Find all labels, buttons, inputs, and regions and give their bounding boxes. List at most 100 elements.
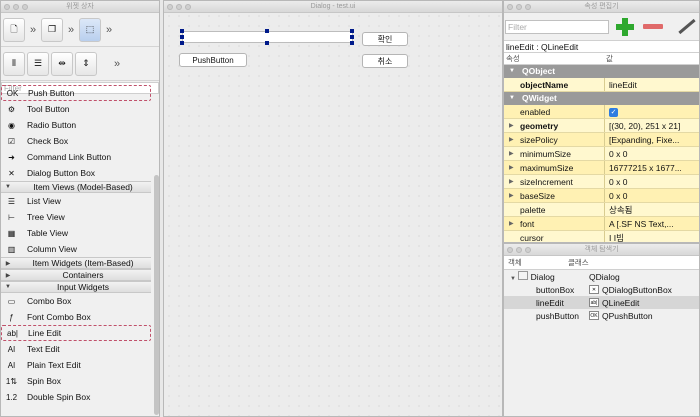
new-file-button[interactable]: 🗋 xyxy=(3,17,25,42)
collapsed-arrow-icon[interactable]: ▶ xyxy=(509,119,514,132)
property-value[interactable]: I I빔 xyxy=(604,231,699,242)
minimize-light[interactable] xyxy=(516,4,522,10)
property-value[interactable]: 16777215 x 1677... xyxy=(604,161,699,174)
collapsed-arrow-icon[interactable]: ▶ xyxy=(509,147,514,160)
cancel-button[interactable]: 취소 xyxy=(362,54,408,68)
object-tree-row[interactable]: lineEdit ab| QLineEdit xyxy=(504,296,699,309)
collapsed-arrow-icon[interactable]: ▶ xyxy=(509,133,514,146)
close-light[interactable] xyxy=(167,4,173,10)
property-column-header[interactable]: 속성 xyxy=(504,53,604,64)
zoom-light[interactable] xyxy=(525,4,531,10)
minimize-light[interactable] xyxy=(176,4,182,10)
property-class-header[interactable]: ▼ QObject xyxy=(504,65,699,78)
layout-splitter-v-button[interactable]: ⇕ xyxy=(75,51,97,76)
resize-handle[interactable] xyxy=(265,41,269,45)
toolbar-overflow-icon[interactable]: » xyxy=(27,24,39,36)
property-row[interactable]: enabled ✓ xyxy=(504,105,699,119)
resize-handle[interactable] xyxy=(180,35,184,39)
expanded-arrow-icon[interactable]: ▼ xyxy=(509,92,515,105)
scrollbar-thumb[interactable] xyxy=(154,175,159,415)
property-row[interactable]: ▶ minimumSize 0 x 0 xyxy=(504,147,699,161)
widget-list-item[interactable]: ⊢ Tree View xyxy=(1,209,151,225)
resize-handle[interactable] xyxy=(350,35,354,39)
property-value[interactable]: 0 x 0 xyxy=(604,189,699,202)
layout-vertical-button[interactable]: ☰ xyxy=(27,51,49,76)
collapsed-arrow-icon[interactable]: ▶ xyxy=(1,260,15,267)
resize-handle[interactable] xyxy=(180,41,184,45)
expanded-arrow-icon[interactable]: ▼ xyxy=(509,65,515,78)
expanded-arrow-icon[interactable]: ▼ xyxy=(510,276,518,282)
property-value[interactable]: [(30, 20), 251 x 21] xyxy=(604,119,699,132)
edit-widgets-button[interactable]: ⬚ xyxy=(79,17,101,42)
collapsed-arrow-icon[interactable]: ▶ xyxy=(509,189,514,202)
enabled-checkbox[interactable]: ✓ xyxy=(609,108,618,118)
widget-list-item[interactable]: ab| Line Edit xyxy=(1,325,151,341)
property-row[interactable]: ▶ geometry [(30, 20), 251 x 21] xyxy=(504,119,699,133)
property-row[interactable]: ▶ sizeIncrement 0 x 0 xyxy=(504,175,699,189)
resize-handle[interactable] xyxy=(265,29,269,33)
resize-handle[interactable] xyxy=(180,29,184,33)
expanded-arrow-icon[interactable]: ▼ xyxy=(1,184,15,190)
widget-list-item[interactable]: AI Plain Text Edit xyxy=(1,357,151,373)
resize-handle[interactable] xyxy=(350,41,354,45)
collapsed-arrow-icon[interactable]: ▶ xyxy=(1,272,15,279)
remove-dynamic-property-icon[interactable] xyxy=(643,24,663,29)
widget-list-item[interactable]: ⚙ Tool Button xyxy=(1,101,151,117)
widget-list-scrollbar[interactable] xyxy=(153,85,159,416)
widget-list-item[interactable]: ▭ Combo Box xyxy=(1,293,151,309)
category-header[interactable]: ▼ Input Widgets xyxy=(1,281,151,293)
property-row[interactable]: ▶ maximumSize 16777215 x 1677... xyxy=(504,161,699,175)
property-value[interactable]: lineEdit xyxy=(604,78,699,91)
object-tree-row[interactable]: ▼ Dialog QDialog xyxy=(504,270,699,283)
object-tree-row[interactable]: pushButton OK QPushButton xyxy=(504,309,699,322)
value-column-header[interactable]: 값 xyxy=(604,53,613,64)
add-dynamic-property-icon[interactable] xyxy=(615,17,635,37)
layout-horizontal-button[interactable]: ⦀ xyxy=(3,51,25,76)
object-tree-row[interactable]: buttonBox ✕ QDialogButtonBox xyxy=(504,283,699,296)
zoom-light[interactable] xyxy=(22,4,28,10)
ok-button[interactable]: 확인 xyxy=(362,32,408,46)
property-filter-input[interactable]: Filter xyxy=(505,19,609,34)
property-row[interactable]: objectName lineEdit xyxy=(504,78,699,92)
widget-list-item[interactable]: ◉ Radio Button xyxy=(1,117,151,133)
widget-list-item[interactable]: OK Push Button xyxy=(1,85,151,101)
property-row[interactable]: ▶ baseSize 0 x 0 xyxy=(504,189,699,203)
minimize-light[interactable] xyxy=(13,4,19,10)
layout-splitter-h-button[interactable]: ⇹ xyxy=(51,51,73,76)
property-value[interactable]: 0 x 0 xyxy=(604,175,699,188)
push-button-widget[interactable]: PushButton xyxy=(179,53,247,67)
widget-list-item[interactable]: AI Text Edit xyxy=(1,341,151,357)
widget-list-item[interactable]: 1⇅ Spin Box xyxy=(1,373,151,389)
widget-list-item[interactable]: ✕ Dialog Button Box xyxy=(1,165,151,181)
resize-handle[interactable] xyxy=(350,29,354,33)
copy-button[interactable]: ❐ xyxy=(41,17,63,42)
widget-list-item[interactable]: ➜ Command Link Button xyxy=(1,149,151,165)
property-row[interactable]: ▶ font A [.SF NS Text,... xyxy=(504,217,699,231)
widget-list-item[interactable]: ▦ Table View xyxy=(1,225,151,241)
property-value[interactable]: 0 x 0 xyxy=(604,147,699,160)
widget-list-item[interactable]: ☑ Check Box xyxy=(1,133,151,149)
widget-list-item[interactable]: ƒ Font Combo Box xyxy=(1,309,151,325)
close-light[interactable] xyxy=(507,4,513,10)
property-row[interactable]: cursor I I빔 xyxy=(504,231,699,242)
toolbar-overflow-icon[interactable]: » xyxy=(65,24,77,36)
close-light[interactable] xyxy=(4,4,10,10)
class-column-header[interactable]: 클래스 xyxy=(564,256,589,269)
category-header[interactable]: ▼ Item Views (Model-Based) xyxy=(1,181,151,193)
collapsed-arrow-icon[interactable]: ▶ xyxy=(509,161,514,174)
expanded-arrow-icon[interactable]: ▼ xyxy=(1,284,15,290)
property-value[interactable]: [Expanding, Fixe... xyxy=(604,133,699,146)
widget-list-item[interactable]: 1.2 Double Spin Box xyxy=(1,389,151,405)
close-light[interactable] xyxy=(507,247,513,253)
property-value[interactable]: A [.SF NS Text,... xyxy=(604,217,699,230)
property-class-header[interactable]: ▼ QWidget xyxy=(504,92,699,105)
widget-list-item[interactable]: ☰ List View xyxy=(1,193,151,209)
zoom-light[interactable] xyxy=(525,247,531,253)
zoom-light[interactable] xyxy=(185,4,191,10)
widget-list-item[interactable]: ▥ Column View xyxy=(1,241,151,257)
property-row[interactable]: ▶ sizePolicy [Expanding, Fixe... xyxy=(504,133,699,147)
minimize-light[interactable] xyxy=(516,247,522,253)
property-value[interactable]: ✓ xyxy=(604,105,699,118)
toolbar-overflow-icon[interactable]: » xyxy=(111,58,123,70)
category-header[interactable]: ▶ Containers xyxy=(1,269,151,281)
